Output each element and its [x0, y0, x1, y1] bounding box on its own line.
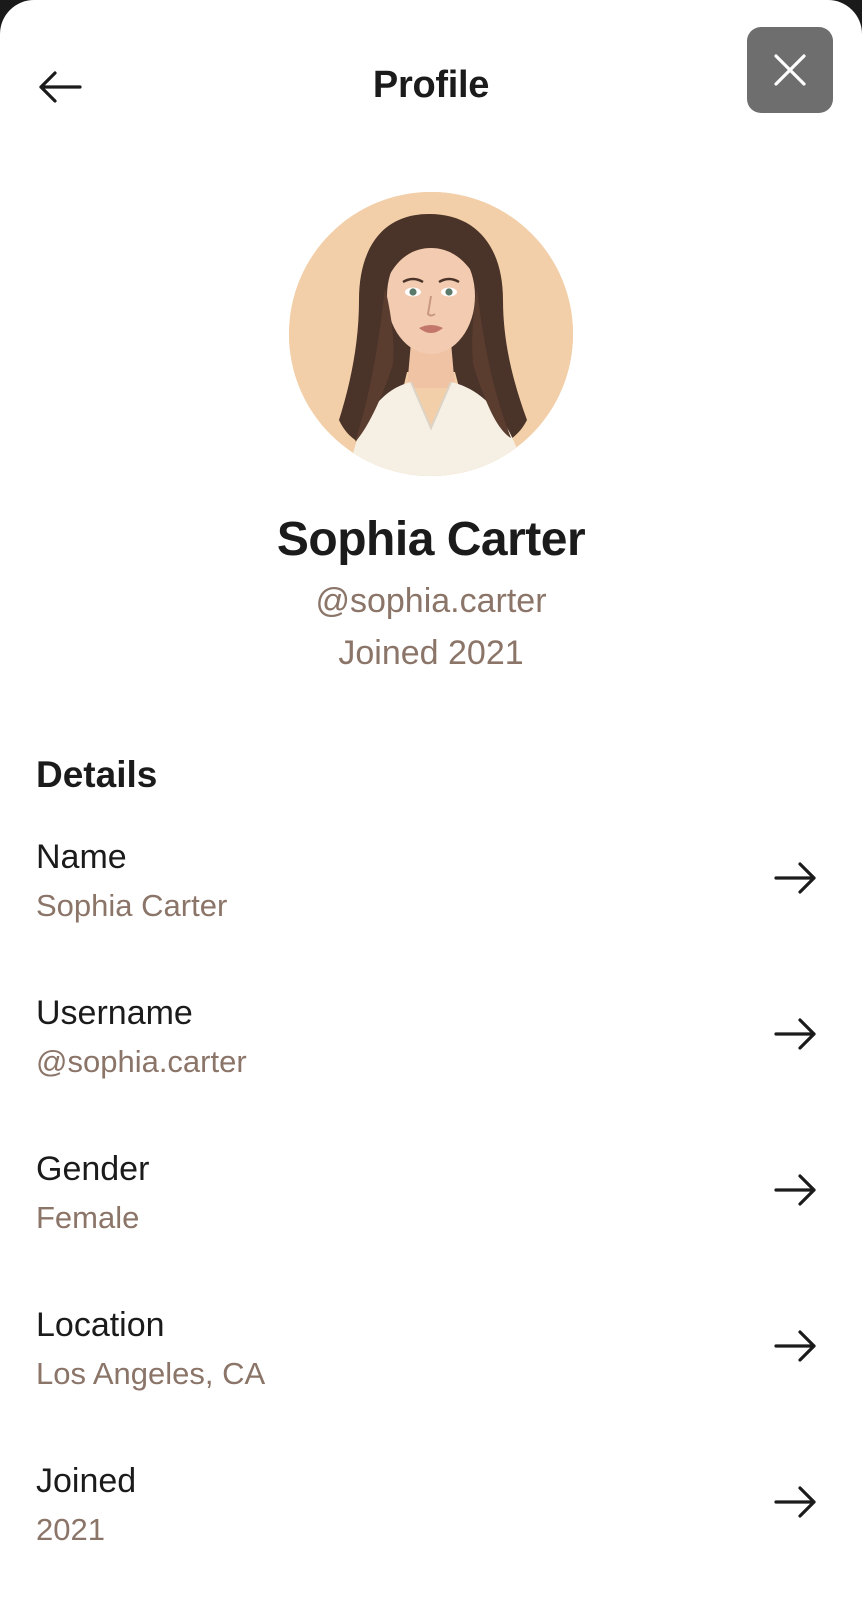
detail-value: @sophia.carter [36, 1044, 247, 1079]
arrow-right-icon [774, 1330, 816, 1362]
close-icon [774, 54, 806, 86]
profile-name: Sophia Carter [276, 513, 586, 566]
avatar [289, 192, 573, 476]
close-button[interactable] [747, 27, 833, 113]
detail-row-gender[interactable]: Gender Female [0, 1150, 862, 1290]
detail-row-name[interactable]: Name Sophia Carter [0, 838, 862, 978]
detail-label: Gender [36, 1150, 150, 1188]
detail-label: Location [36, 1306, 165, 1344]
header: Profile [0, 0, 862, 150]
detail-row-location[interactable]: Location Los Angeles, CA [0, 1306, 862, 1446]
arrow-right-icon [774, 1174, 816, 1206]
details-title: Details [36, 754, 158, 795]
page-title: Profile [372, 64, 490, 106]
detail-label: Name [36, 838, 127, 876]
detail-value: 2021 [36, 1512, 105, 1547]
detail-label: Joined [36, 1462, 137, 1500]
profile-handle: @sophia.carter [315, 582, 547, 620]
profile-joined: Joined 2021 [338, 634, 524, 672]
detail-row-username[interactable]: Username @sophia.carter [0, 994, 862, 1134]
arrow-right-icon [774, 862, 816, 894]
arrow-right-icon [774, 1486, 816, 1518]
detail-label: Username [36, 994, 193, 1032]
profile-sheet: Profile Sophia Carter @sophia.carter Joi… [0, 0, 862, 1599]
detail-value: Female [36, 1200, 140, 1235]
arrow-right-icon [774, 1018, 816, 1050]
detail-value: Los Angeles, CA [36, 1356, 266, 1391]
detail-value: Sophia Carter [36, 888, 228, 923]
detail-row-joined[interactable]: Joined 2021 [0, 1462, 862, 1599]
avatar-illustration [289, 192, 573, 476]
